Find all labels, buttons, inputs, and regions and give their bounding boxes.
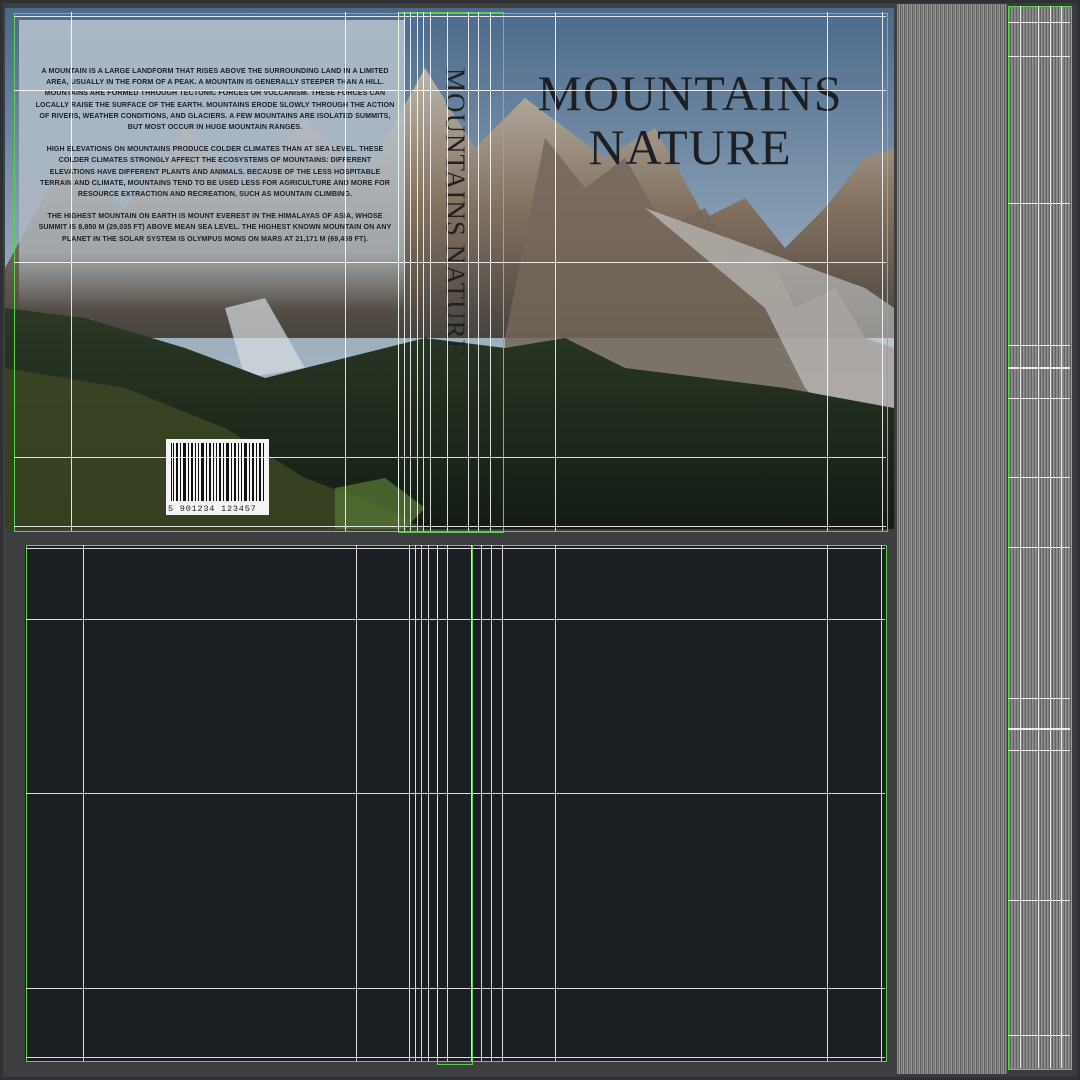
blurb-paragraph-1: A mountain is a large landform that rise… xyxy=(35,67,395,132)
spine-title[interactable]: MOUNTAINS NATURE xyxy=(438,68,472,488)
blurb-paragraph-2: High elevations on mountains produce col… xyxy=(40,145,390,199)
pasteboard-strip xyxy=(897,4,1007,1074)
front-title-line-1: MOUNTAINS xyxy=(537,65,843,121)
barcode-number: 5 901234 123457 xyxy=(168,504,257,514)
barcode-bars xyxy=(171,443,264,501)
spine-title-text: MOUNTAINS NATURE xyxy=(440,68,471,358)
page-thumbnail-strip[interactable] xyxy=(1008,6,1072,1070)
front-cover-title[interactable]: MOUNTAINS NATURE xyxy=(505,66,875,174)
front-title-line-2: NATURE xyxy=(588,119,792,175)
blank-page-spread[interactable] xyxy=(25,545,887,1061)
blurb-paragraph-3: The highest mountain on Earth is Mount E… xyxy=(38,212,392,243)
back-cover-blurb[interactable]: A mountain is a large landform that rise… xyxy=(35,66,395,256)
barcode[interactable]: 5 901234 123457 xyxy=(166,439,269,515)
book-cover-spread[interactable]: A mountain is a large landform that rise… xyxy=(5,8,894,529)
